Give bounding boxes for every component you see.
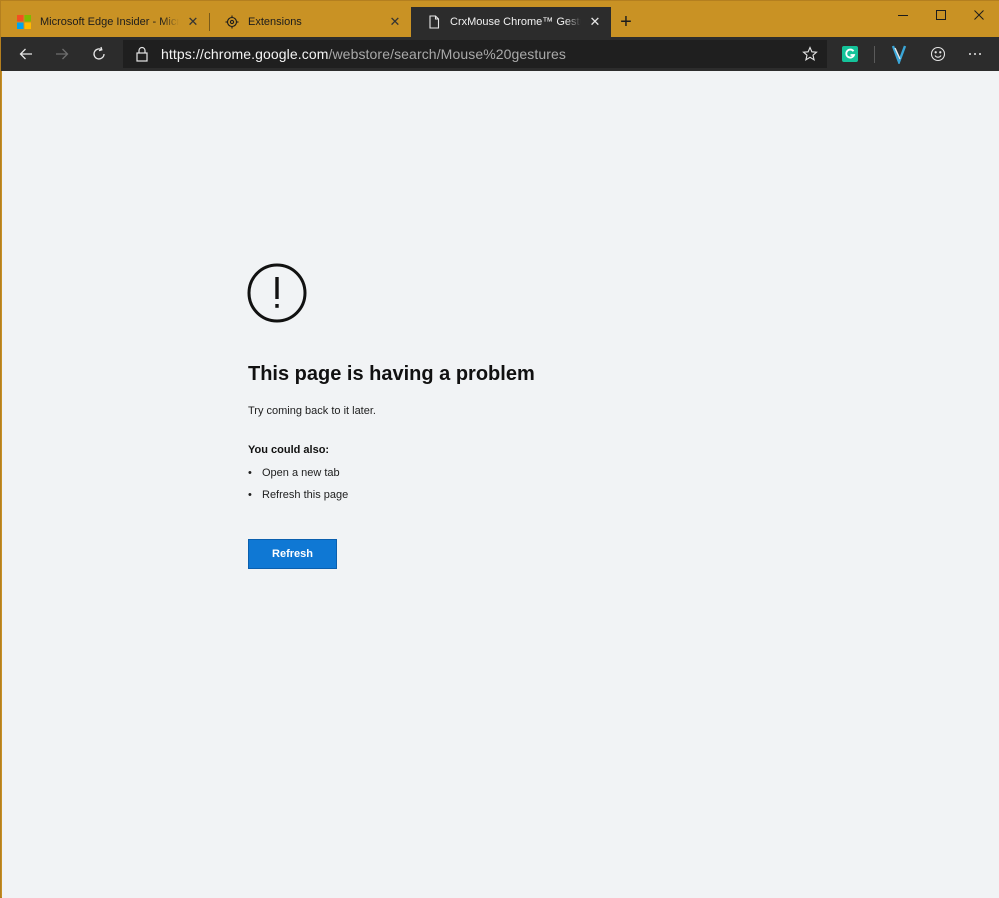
address-bar[interactable]: https://chrome.google.com/webstore/searc… (123, 40, 827, 68)
minimize-icon[interactable] (883, 1, 923, 29)
page-icon (427, 15, 441, 29)
tab-title: Extensions (248, 16, 302, 28)
url-text[interactable]: https://chrome.google.com/webstore/searc… (161, 46, 566, 62)
close-icon[interactable]: ✕ (387, 14, 403, 30)
window-close-icon[interactable] (959, 1, 999, 29)
tab-extensions[interactable]: Extensions ✕ (209, 7, 411, 37)
error-subtitle: Try coming back to it later. (248, 405, 376, 417)
close-icon[interactable]: ✕ (185, 14, 201, 30)
refresh-button[interactable]: Refresh (248, 539, 337, 569)
url-path: /webstore/search/Mouse%20gestures (328, 46, 567, 62)
tab-strip: Microsoft Edge Insider - Microsoft ✕ Ext… (1, 1, 999, 37)
maximize-icon[interactable] (921, 1, 961, 29)
new-tab-button[interactable]: + (613, 9, 639, 35)
close-icon[interactable]: ✕ (587, 14, 603, 30)
crxmouse-extension-icon[interactable] (882, 37, 916, 71)
tab-crxmouse-active[interactable]: CrxMouse Chrome™ Gestures - Chrome ✕ (411, 7, 611, 37)
url-host: https://chrome.google.com (161, 46, 329, 62)
toolbar-divider (874, 46, 875, 63)
suggestion-refresh-page: Refresh this page (262, 489, 349, 501)
grammarly-extension-icon[interactable] (833, 37, 867, 71)
forward-icon[interactable] (45, 37, 79, 71)
back-icon[interactable] (9, 37, 43, 71)
more-options-icon[interactable] (958, 37, 992, 71)
suggestion-open-new-tab: Open a new tab (262, 467, 340, 479)
browser-toolbar: https://chrome.google.com/webstore/searc… (1, 37, 999, 71)
browser-window: Microsoft Edge Insider - Microsoft ✕ Ext… (0, 0, 999, 898)
suggestions-list: • Open a new tab • Refresh this page (248, 466, 348, 510)
refresh-icon[interactable] (82, 37, 116, 71)
list-item: • Open a new tab (248, 467, 340, 479)
error-title: This page is having a problem (248, 363, 535, 385)
puzzle-icon (225, 15, 239, 29)
page-content: This page is having a problem Try coming… (2, 71, 999, 898)
microsoft-logo-icon (17, 15, 31, 29)
suggestions-heading: You could also: (248, 444, 330, 456)
tab-title: CrxMouse Chrome™ Gestures - Chrome (450, 16, 581, 28)
list-item: • Refresh this page (248, 489, 349, 501)
lock-icon[interactable] (133, 45, 151, 63)
tab-microsoft-edge-insider[interactable]: Microsoft Edge Insider - Microsoft ✕ (1, 7, 209, 37)
tab-title: Microsoft Edge Insider - Microsoft (40, 16, 179, 28)
feedback-smiley-icon[interactable] (921, 37, 955, 71)
star-icon[interactable] (801, 45, 819, 63)
error-exclamation-icon (247, 263, 307, 323)
